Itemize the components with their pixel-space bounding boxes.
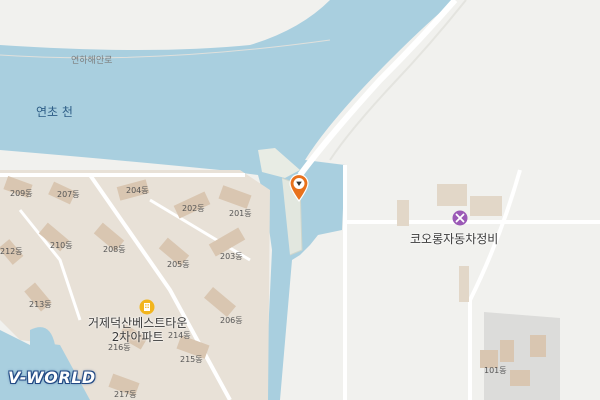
building-label: 204동 bbox=[126, 186, 149, 195]
apartment-label[interactable]: 거제덕산베스트타운 2차아파트 bbox=[88, 316, 187, 344]
building-label: 215동 bbox=[180, 355, 203, 364]
apartment-label-line1: 거제덕산베스트타운 bbox=[88, 316, 188, 330]
building-label: 209동 bbox=[10, 189, 33, 198]
building-label: 213동 bbox=[29, 300, 52, 309]
building-label: 201동 bbox=[229, 209, 252, 218]
apartment-icon[interactable] bbox=[139, 299, 155, 315]
building-label: 205동 bbox=[167, 260, 190, 269]
building-label: 101동 bbox=[484, 366, 507, 375]
building-label: 202동 bbox=[182, 204, 205, 213]
poi-label[interactable]: 코오롱자동차정비 bbox=[410, 230, 498, 247]
road-label: 연하해안로 bbox=[71, 56, 113, 66]
vworld-logo[interactable]: V-WORLD bbox=[8, 368, 96, 387]
location-pin-icon[interactable] bbox=[289, 173, 309, 203]
building-label: 208동 bbox=[103, 245, 126, 254]
wrench-icon[interactable] bbox=[452, 210, 468, 226]
apartment-label-line2: 2차아파트 bbox=[111, 330, 164, 344]
building-label: 212동 bbox=[0, 247, 23, 256]
building-label: 207동 bbox=[57, 190, 80, 199]
building-label: 206동 bbox=[220, 316, 243, 325]
building-label: 203동 bbox=[220, 252, 243, 261]
building-label: 210동 bbox=[50, 241, 73, 250]
river-label: 연초 천 bbox=[36, 105, 73, 119]
building-label: 217동 bbox=[114, 390, 137, 399]
